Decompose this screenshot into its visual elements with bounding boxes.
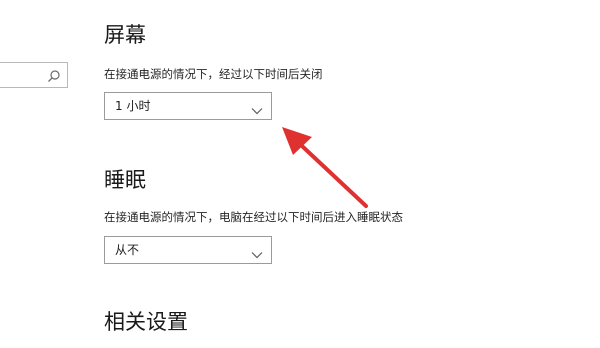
search-icon xyxy=(47,68,61,82)
sleep-section-title: 睡眠 xyxy=(104,168,146,192)
search-input[interactable] xyxy=(0,62,68,88)
chevron-down-icon xyxy=(251,245,263,259)
screen-section-title: 屏幕 xyxy=(104,23,146,47)
screen-timeout-description: 在接通电源的情况下，经过以下时间后关闭 xyxy=(104,67,323,81)
sleep-timeout-description: 在接通电源的情况下，电脑在经过以下时间后进入睡眠状态 xyxy=(104,210,403,224)
annotation-arrow-icon xyxy=(282,127,368,208)
chevron-down-icon xyxy=(251,101,263,115)
related-settings-title: 相关设置 xyxy=(104,310,188,334)
sleep-timeout-dropdown[interactable]: 从不 xyxy=(104,236,272,264)
screen-timeout-value: 1 小时 xyxy=(115,99,151,113)
sleep-timeout-value: 从不 xyxy=(115,243,140,257)
screen-timeout-dropdown[interactable]: 1 小时 xyxy=(104,92,272,120)
